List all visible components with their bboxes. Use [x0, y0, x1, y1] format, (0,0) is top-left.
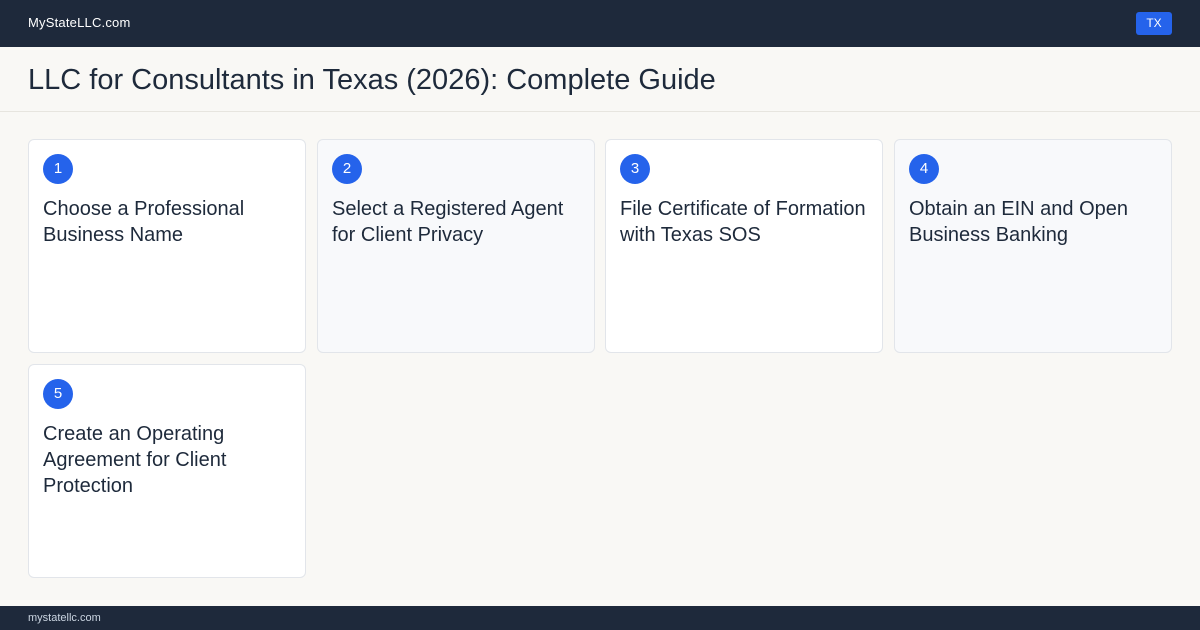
step-card-2[interactable]: 2 Select a Registered Agent for Client P…: [317, 139, 595, 353]
step-card-3[interactable]: 3 File Certificate of Formation with Tex…: [605, 139, 883, 353]
step-card-1[interactable]: 1 Choose a Professional Business Name: [28, 139, 306, 353]
step-card-5[interactable]: 5 Create an Operating Agreement for Clie…: [28, 364, 306, 578]
site-brand[interactable]: MyStateLLC.com: [28, 15, 131, 30]
step-title: File Certificate of Formation with Texas…: [620, 198, 866, 246]
step-title: Create an Operating Agreement for Client…: [43, 423, 227, 497]
step-number-badge: 3: [620, 154, 650, 184]
footer-domain[interactable]: mystatellc.com: [28, 612, 101, 624]
top-bar: MyStateLLC.com TX: [0, 0, 1200, 47]
step-number-badge: 5: [43, 379, 73, 409]
page-title: LLC for Consultants in Texas (2026): Com…: [28, 64, 716, 96]
step-card-4[interactable]: 4 Obtain an EIN and Open Business Bankin…: [894, 139, 1172, 353]
state-badge[interactable]: TX: [1136, 12, 1172, 35]
step-number-badge: 1: [43, 154, 73, 184]
footer-bar: mystatellc.com: [0, 606, 1200, 630]
step-number-badge: 2: [332, 154, 362, 184]
step-title: Obtain an EIN and Open Business Banking: [909, 198, 1129, 246]
step-title: Select a Registered Agent for Client Pri…: [332, 198, 564, 246]
title-section: LLC for Consultants in Texas (2026): Com…: [0, 47, 1200, 112]
step-title: Choose a Professional Business Name: [43, 198, 245, 246]
step-number-badge: 4: [909, 154, 939, 184]
